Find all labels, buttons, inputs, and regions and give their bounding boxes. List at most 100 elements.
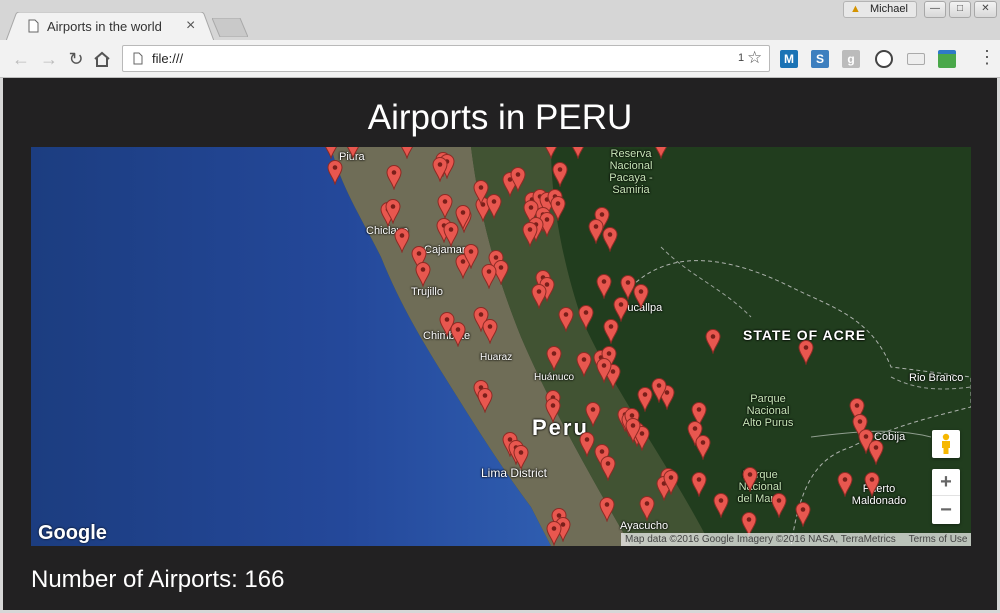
airport-marker[interactable] <box>578 305 594 330</box>
airport-marker[interactable] <box>576 352 592 377</box>
page-title: Airports in PERU <box>367 98 633 137</box>
page-icon <box>133 52 143 65</box>
airport-marker[interactable] <box>864 472 880 497</box>
url-text[interactable]: file:/// <box>152 51 183 66</box>
airport-marker[interactable] <box>603 319 619 344</box>
folder-extension-icon[interactable] <box>907 53 925 65</box>
airport-marker[interactable] <box>323 147 339 159</box>
new-tab-button[interactable] <box>212 18 248 37</box>
airport-marker[interactable] <box>450 322 466 347</box>
google-plus-extension-icon[interactable]: g <box>842 50 860 68</box>
airport-marker[interactable] <box>463 244 479 269</box>
menu-dots-icon[interactable]: ⋮ <box>978 47 996 67</box>
airport-marker[interactable] <box>531 284 547 309</box>
page-icon <box>28 19 39 33</box>
gear-extension-icon[interactable] <box>875 50 893 68</box>
airport-marker[interactable] <box>510 167 526 192</box>
terms-link[interactable]: Terms of Use <box>909 534 968 545</box>
address-bar[interactable]: file:/// 1 ☆ <box>122 45 770 72</box>
zoom-in-button[interactable]: + <box>932 469 960 496</box>
back-arrow-icon[interactable]: ← <box>10 48 32 70</box>
airport-marker[interactable] <box>798 340 814 365</box>
airport-marker[interactable] <box>545 398 561 423</box>
airport-marker[interactable] <box>602 227 618 252</box>
airport-marker[interactable] <box>394 228 410 253</box>
city-label: Trujillo <box>411 286 443 298</box>
airport-marker[interactable] <box>651 378 667 403</box>
city-label: Huaraz <box>480 352 513 363</box>
zoom-control: + − <box>932 469 960 524</box>
warning-icon: ▲ <box>850 3 861 15</box>
airport-marker[interactable] <box>522 222 538 247</box>
airport-marker[interactable] <box>837 472 853 497</box>
airport-marker[interactable] <box>599 497 615 522</box>
airport-marker[interactable] <box>477 388 493 413</box>
airport-marker[interactable] <box>546 521 562 546</box>
airport-marker[interactable] <box>691 472 707 497</box>
airport-marker[interactable] <box>415 262 431 287</box>
airport-marker[interactable] <box>600 456 616 481</box>
airport-marker[interactable] <box>585 402 601 427</box>
airport-marker[interactable] <box>432 157 448 182</box>
minimize-button[interactable]: — <box>924 1 946 18</box>
airport-marker[interactable] <box>558 307 574 332</box>
airport-marker[interactable] <box>596 274 612 299</box>
city-label: Rio Branco <box>909 372 964 384</box>
park-label: Parque Nacional Alto Purus <box>742 393 794 429</box>
airport-marker[interactable] <box>663 470 679 495</box>
airport-marker[interactable] <box>513 445 529 470</box>
airport-marker[interactable] <box>795 502 811 527</box>
park-label: Reserva Nacional Pacaya - Samiria <box>609 148 653 196</box>
reload-icon[interactable]: ↻ <box>65 48 87 70</box>
airport-marker[interactable] <box>653 147 669 159</box>
airport-marker[interactable] <box>546 346 562 371</box>
airport-marker[interactable] <box>543 147 559 159</box>
google-logo: Google <box>38 522 107 544</box>
m-extension-icon[interactable]: M <box>780 50 798 68</box>
airport-marker[interactable] <box>482 319 498 344</box>
city-label: Huánuco <box>534 372 575 383</box>
map-attribution: Map data ©2016 Google Imagery ©2016 NASA… <box>621 533 971 546</box>
page-content: Airports in PERU Piura Chiclayo Cajamarc… <box>3 78 997 610</box>
airport-marker[interactable] <box>596 358 612 383</box>
close-window-button[interactable]: ✕ <box>974 1 997 18</box>
airports-map[interactable]: Piura Chiclayo Cajamarca Trujillo Chimbo… <box>31 147 971 546</box>
close-icon[interactable]: × <box>186 16 195 36</box>
screen-extension-icon[interactable] <box>938 50 956 68</box>
airport-marker[interactable] <box>633 284 649 309</box>
tab-title: Airports in the world <box>47 19 162 34</box>
s-extension-icon[interactable]: S <box>811 50 829 68</box>
zoom-out-button[interactable]: − <box>932 497 960 524</box>
airport-marker[interactable] <box>771 493 787 518</box>
airport-marker[interactable] <box>385 199 401 224</box>
forward-arrow-icon[interactable]: → <box>38 48 60 70</box>
airport-marker[interactable] <box>713 493 729 518</box>
airport-marker[interactable] <box>705 329 721 354</box>
airport-marker[interactable] <box>570 147 586 159</box>
airport-marker[interactable] <box>455 205 471 230</box>
airport-marker[interactable] <box>639 496 655 521</box>
attribution-text: Map data ©2016 Google Imagery ©2016 NASA… <box>625 534 896 545</box>
airport-marker[interactable] <box>327 160 343 185</box>
profile-button[interactable]: ▲ Michael <box>843 1 917 18</box>
airport-marker[interactable] <box>473 180 489 205</box>
airport-marker[interactable] <box>625 418 641 443</box>
airport-marker[interactable] <box>481 264 497 289</box>
airport-marker[interactable] <box>437 194 453 219</box>
airport-marker[interactable] <box>386 165 402 190</box>
home-icon[interactable] <box>93 51 111 68</box>
airport-marker[interactable] <box>742 467 758 492</box>
maximize-button[interactable]: □ <box>949 1 971 18</box>
airport-marker[interactable] <box>695 435 711 460</box>
url-tail: 1 <box>738 52 745 64</box>
profile-name: Michael <box>870 3 908 15</box>
bookmark-star-icon[interactable]: ☆ <box>747 48 762 68</box>
street-view-pegman[interactable] <box>932 430 960 458</box>
pegman-icon <box>942 433 950 454</box>
city-label: Ayacucho <box>620 520 669 532</box>
airport-marker[interactable] <box>552 162 568 187</box>
airport-marker[interactable] <box>399 147 415 159</box>
airport-marker[interactable] <box>579 432 595 457</box>
airport-marker[interactable] <box>868 440 884 465</box>
airport-marker[interactable] <box>345 147 361 159</box>
